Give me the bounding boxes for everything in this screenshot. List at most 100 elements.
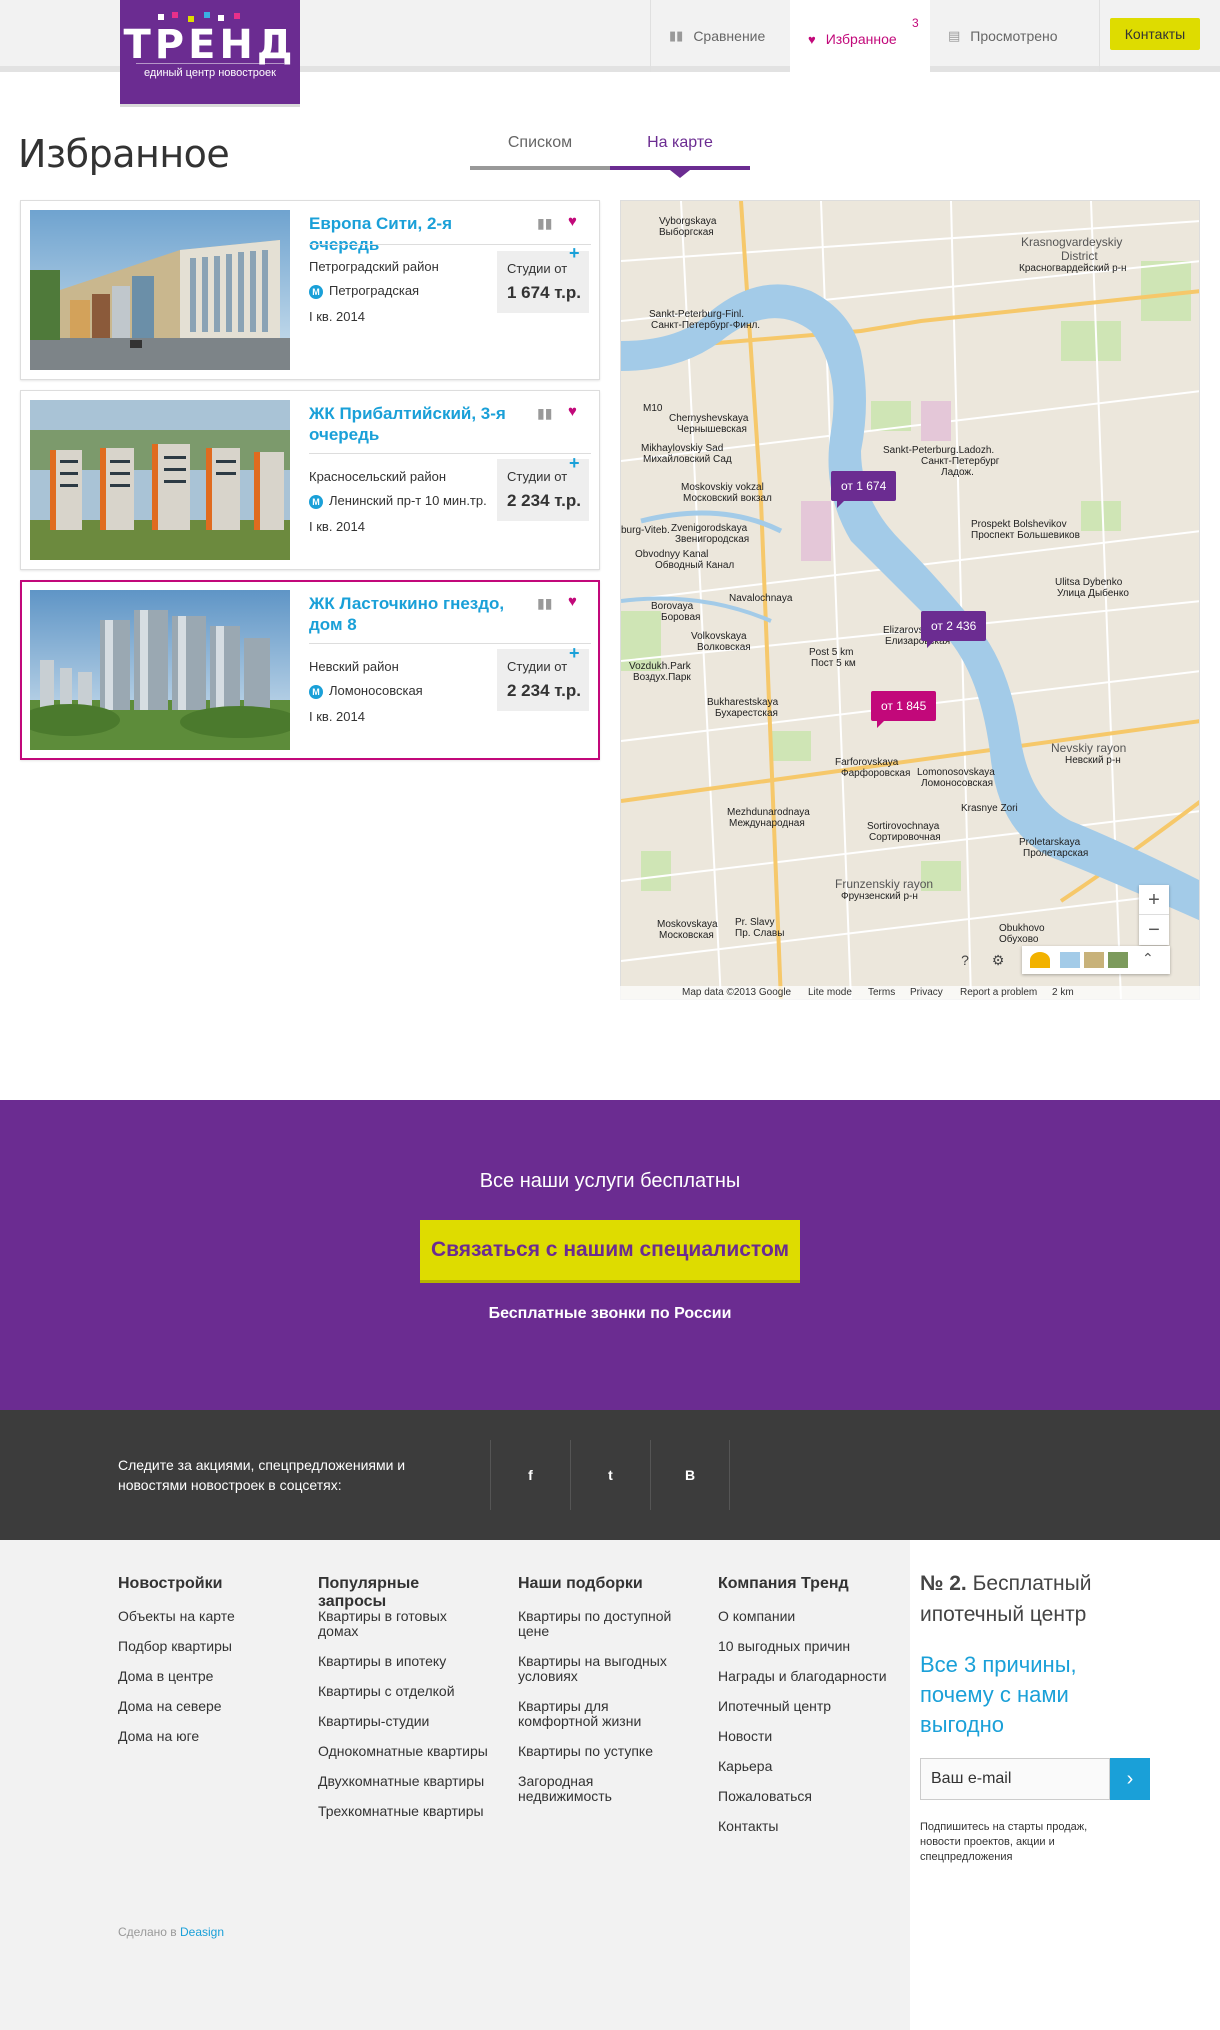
map-pin[interactable]: от 1 845 [871, 691, 937, 728]
tab-map[interactable]: На карте [610, 128, 750, 178]
tab-list[interactable]: Списком [470, 128, 610, 170]
listing-photo[interactable] [30, 590, 290, 750]
nav-viewed[interactable]: ▤ Просмотрено [930, 0, 1100, 72]
listing-photo[interactable] [30, 400, 290, 560]
satellite-thumb-icon[interactable] [1108, 952, 1128, 968]
site-logo[interactable]: ТРЕНД единый центр новостроек [120, 0, 300, 104]
made-by-link[interactable]: Deasign [180, 1925, 224, 1939]
compare-icon[interactable]: ▮▮ [537, 405, 552, 422]
plus-icon[interactable]: + [569, 643, 580, 664]
map-label: Frunzenskiy rayon [835, 877, 934, 891]
listing-metro: M Петроградская [309, 283, 419, 299]
map-label: Sortirovochnaya [867, 821, 940, 832]
compare-icon[interactable]: ▮▮ [537, 215, 552, 232]
footer-link[interactable]: Трехкомнатные квартиры [318, 1804, 488, 1819]
map-label: Obukhovo [999, 923, 1045, 934]
plus-icon[interactable]: + [569, 243, 580, 264]
listing-title[interactable]: ЖК Ласточкино гнездо, дом 8 [309, 593, 519, 635]
contacts-button[interactable]: Контакты [1110, 18, 1200, 50]
contact-specialist-button[interactable]: Связаться с нашим специалистом [420, 1220, 800, 1280]
heart-icon[interactable]: ♥ [568, 593, 577, 610]
footer-col-title: Популярные запросы [318, 1575, 420, 1610]
terms-link[interactable]: Terms [868, 987, 895, 998]
plus-icon[interactable]: + [569, 453, 580, 474]
footer-link[interactable]: Контакты [718, 1819, 888, 1834]
lite-mode-link[interactable]: Lite mode [808, 987, 852, 998]
privacy-link[interactable]: Privacy [910, 987, 943, 998]
footer-link[interactable]: Награды и благодарности [718, 1669, 888, 1684]
listing-district: Петроградский район [309, 259, 439, 274]
listing-card[interactable]: ЖК Прибалтийский, 3-я очередь ▮▮ ♥ Красн… [20, 390, 600, 570]
map-view[interactable]: Vyborgskaya Выборгская Krasnogvardeyskiy… [620, 200, 1200, 1000]
footer-link[interactable]: Квартиры на выгодных условиях [518, 1654, 688, 1684]
vkontakte-icon[interactable]: B [650, 1440, 730, 1510]
footer-link[interactable]: Двухкомнатные квартиры [318, 1774, 488, 1789]
map-label: Пост 5 км [811, 658, 856, 669]
price-value: 2 234 т.р. [507, 681, 581, 700]
help-icon[interactable]: ? [953, 948, 977, 972]
map-pin[interactable]: от 2 436 [921, 611, 987, 648]
map-label: Сортировочная [869, 832, 941, 843]
map-pin[interactable]: от 1 674 [831, 471, 897, 508]
listing-title[interactable]: ЖК Прибалтийский, 3-я очередь [309, 403, 519, 445]
footer-link[interactable]: Квартиры по уступке [518, 1744, 688, 1759]
divider [309, 244, 591, 245]
zoom-in-button[interactable]: + [1139, 885, 1169, 915]
footer-col-title: Новостройки [118, 1575, 223, 1592]
metro-icon: M [309, 685, 323, 699]
footer-link[interactable]: Квартиры для комфортной жизни [518, 1699, 688, 1729]
heart-icon[interactable]: ♥ [568, 403, 577, 420]
heart-icon[interactable]: ♥ [568, 213, 577, 230]
expand-icon[interactable]: ⌃ [1142, 950, 1154, 967]
map-label: Бухарестская [715, 708, 778, 719]
logo-dots [158, 12, 248, 22]
map-label: Обухово [999, 934, 1039, 945]
nav-compare[interactable]: ▮▮ Сравнение [650, 0, 790, 72]
map-label: Chernyshevskaya [669, 413, 749, 424]
footer-link[interactable]: Квартиры по доступной цене [518, 1609, 688, 1639]
footer-link[interactable]: Карьера [718, 1759, 888, 1774]
footer-link[interactable]: Квартиры в готовых домах [318, 1609, 488, 1639]
listing-card[interactable]: ЖК Ласточкино гнездо, дом 8 ▮▮ ♥ Невский… [20, 580, 600, 760]
map-layers-control[interactable]: ⌃ [1022, 946, 1170, 974]
terrain-thumb-icon[interactable] [1084, 952, 1104, 968]
zoom-out-button[interactable]: − [1139, 915, 1169, 945]
logo-divider [136, 63, 284, 64]
email-field[interactable]: Ваш e-mail [920, 1758, 1110, 1800]
report-link[interactable]: Report a problem [960, 987, 1037, 998]
map-label: Moskovskaya [657, 919, 718, 930]
compare-icon[interactable]: ▮▮ [537, 595, 552, 612]
listing-photo[interactable] [30, 210, 290, 370]
chevron-right-icon[interactable]: › [1110, 1758, 1150, 1800]
gear-icon[interactable]: ⚙ [986, 948, 1010, 972]
footer-link[interactable]: Подбор квартиры [118, 1639, 308, 1654]
reasons-link[interactable]: Все 3 причины, почему с нами выгодно [920, 1650, 1120, 1740]
facebook-icon[interactable]: f [490, 1440, 570, 1510]
nav-favorites[interactable]: ♥ Избранное 3 [790, 0, 930, 78]
footer-link[interactable]: Дома на севере [118, 1699, 308, 1714]
footer-link[interactable]: Объекты на карте [118, 1609, 308, 1624]
made-by-prefix: Сделано в [118, 1925, 177, 1939]
footer-link[interactable]: Пожаловаться [718, 1789, 888, 1804]
footer-link[interactable]: Однокомнатные квартиры [318, 1744, 488, 1759]
promo-heading: Все наши услуги бесплатны [479, 1170, 741, 1192]
footer-link[interactable]: Дома на юге [118, 1729, 308, 1744]
footer-link[interactable]: Квартиры-студии [318, 1714, 488, 1729]
social-bar: Следите за акциями, спецпредложениями и … [0, 1410, 1220, 1540]
footer-link[interactable]: Квартиры в ипотеку [318, 1654, 488, 1669]
footer-link[interactable]: Ипотечный центр [718, 1699, 888, 1714]
twitter-icon[interactable]: t [570, 1440, 650, 1510]
listing-title[interactable]: Европа Сити, 2-я очередь [309, 213, 519, 255]
footer-link[interactable]: О компании [718, 1609, 888, 1624]
footer-link[interactable]: Дома в центре [118, 1669, 308, 1684]
map-label: Vyborgskaya [659, 216, 717, 227]
footer-link[interactable]: Новости [718, 1729, 888, 1744]
map-label: Ломоносовская [921, 778, 994, 789]
made-by: Сделано в Deasign [118, 1925, 224, 1939]
listing-card[interactable]: Европа Сити, 2-я очередь ▮▮ ♥ Петроградс… [20, 200, 600, 380]
map-thumb-icon[interactable] [1060, 952, 1080, 968]
pegman-icon[interactable] [1030, 952, 1050, 968]
footer-link[interactable]: 10 выгодных причин [718, 1639, 888, 1654]
footer-link[interactable]: Загородная недвижимость [518, 1774, 688, 1804]
footer-link[interactable]: Квартиры с отделкой [318, 1684, 488, 1699]
